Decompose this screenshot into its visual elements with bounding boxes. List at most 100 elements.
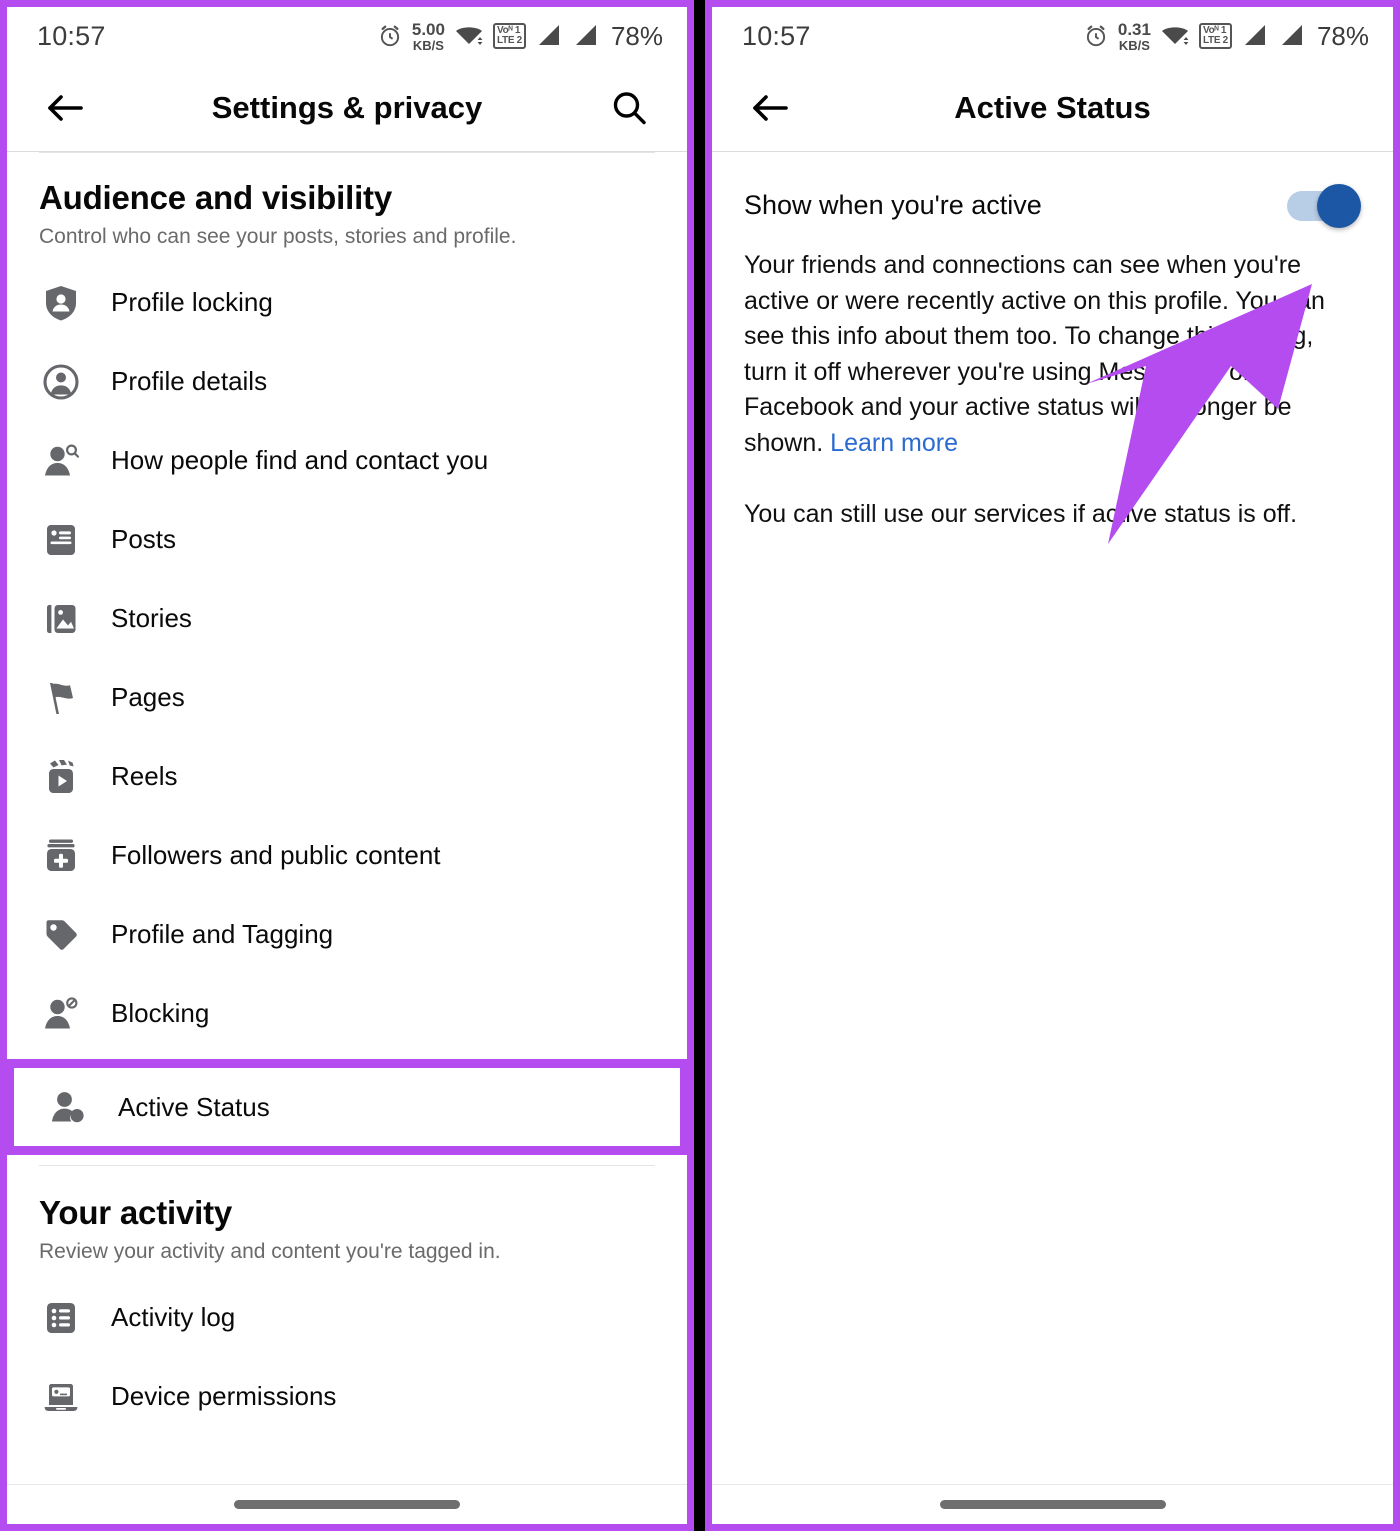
menu-item-label: Blocking [111, 998, 210, 1028]
show-when-active-row[interactable]: Show when you're active [712, 152, 1393, 228]
menu-item-label: Activity log [111, 1302, 236, 1332]
battery-percent: 78% [1316, 20, 1369, 51]
menu-item-label: Profile and Tagging [111, 919, 334, 949]
status-time: 10:57 [37, 20, 106, 51]
menu-item-profile-details[interactable]: Profile details [7, 342, 687, 421]
app-bar: Settings & privacy [7, 65, 687, 151]
signal-bars-sim2-icon [1278, 23, 1306, 49]
active-status-content: Show when you're active Your friends and… [712, 152, 1393, 1484]
screenshot-stage: 10:57 5.00 KB/S Voᴺ 1 LTE 2 78% Settings… [0, 0, 1400, 1531]
network-lte-icon: Voᴺ 1 LTE 2 [1198, 23, 1232, 49]
gesture-nav-bar[interactable] [712, 1484, 1393, 1524]
gesture-nav-bar[interactable] [7, 1484, 687, 1524]
menu-item-label: Profile details [111, 366, 268, 396]
network-line-2: LTE 2 [1202, 35, 1228, 46]
menu-item-label: Followers and public content [111, 840, 441, 870]
right-phone-panel: 10:57 0.31 KB/S Voᴺ 1 LTE 2 78% Active S… [705, 0, 1400, 1531]
posts-card-icon [39, 518, 83, 562]
status-time: 10:57 [742, 20, 811, 51]
status-icons: 5.00 KB/S Voᴺ 1 LTE 2 78% [377, 21, 663, 52]
section-subtitle: Control who can see your posts, stories … [39, 225, 517, 248]
left-phone-panel: 10:57 5.00 KB/S Voᴺ 1 LTE 2 78% Settings… [0, 0, 694, 1531]
show-when-active-label: Show when you're active [744, 189, 1042, 220]
audience-menu: Profile locking Profile details How peop… [7, 249, 687, 1053]
section-title: Audience and visibility [39, 179, 392, 216]
menu-item-pages[interactable]: Pages [7, 658, 687, 737]
settings-list: Audience and visibility Control who can … [7, 153, 687, 1484]
status-bar: 10:57 5.00 KB/S Voᴺ 1 LTE 2 78% [7, 7, 687, 65]
active-status-highlight: Active Status [7, 1059, 687, 1155]
data-rate-value: 0.31 [1117, 19, 1151, 39]
section-subtitle: Review your activity and content you're … [39, 1240, 501, 1263]
back-arrow-icon[interactable] [742, 80, 798, 136]
settings-privacy-screen: 10:57 5.00 KB/S Voᴺ 1 LTE 2 78% Settings… [7, 7, 687, 1524]
battery-percent: 78% [610, 20, 663, 51]
network-line-2: LTE 2 [496, 35, 522, 46]
description-text: Your friends and connections can see whe… [744, 251, 1325, 457]
person-active-icon [46, 1085, 90, 1129]
alarm-clock-icon [377, 23, 403, 49]
menu-item-blocking[interactable]: Blocking [7, 974, 687, 1053]
menu-item-label: Active Status [118, 1091, 270, 1122]
menu-item-label: Device permissions [111, 1381, 337, 1411]
stories-photo-icon [39, 597, 83, 641]
wifi-icon [1160, 23, 1190, 49]
list-log-icon [39, 1296, 83, 1340]
data-rate-indicator: 5.00 KB/S [412, 21, 445, 52]
active-status-screen: 10:57 0.31 KB/S Voᴺ 1 LTE 2 78% Active S… [712, 7, 1393, 1524]
data-rate-value: 5.00 [411, 19, 445, 39]
active-status-description: Your friends and connections can see whe… [712, 222, 1393, 533]
menu-item-activity-log[interactable]: Activity log [7, 1278, 687, 1357]
menu-item-label: Stories [111, 603, 192, 633]
gesture-handle[interactable] [939, 1500, 1166, 1509]
shield-person-icon [39, 281, 83, 325]
menu-item-active-status[interactable]: Active Status [14, 1068, 680, 1146]
data-rate-unit: KB/S [1118, 37, 1150, 53]
menu-item-stories[interactable]: Stories [7, 579, 687, 658]
person-block-icon [39, 992, 83, 1036]
network-lte-icon: Voᴺ 1 LTE 2 [492, 23, 526, 49]
person-search-icon [39, 439, 83, 483]
search-icon[interactable] [601, 80, 657, 136]
menu-item-label: How people find and contact you [111, 445, 489, 475]
signal-bars-sim1-icon [535, 23, 563, 49]
signal-bars-sim1-icon [1241, 23, 1269, 49]
menu-item-label: Posts [111, 524, 177, 554]
flag-icon [39, 676, 83, 720]
data-rate-unit: KB/S [412, 37, 444, 53]
page-title: Settings & privacy [211, 90, 483, 125]
menu-item-label: Pages [111, 682, 185, 712]
description-paragraph-2: You can still use our services if active… [744, 500, 1298, 528]
reels-play-icon [39, 755, 83, 799]
person-circle-icon [39, 360, 83, 404]
section-header-audience: Audience and visibility Control who can … [7, 153, 687, 249]
learn-more-link[interactable]: Learn more [830, 429, 958, 457]
menu-item-posts[interactable]: Posts [7, 500, 687, 579]
menu-item-profile-locking[interactable]: Profile locking [7, 263, 687, 342]
menu-item-label: Reels [111, 761, 178, 791]
section-header-your-activity: Your activity Review your activity and c… [7, 1166, 687, 1264]
data-rate-indicator: 0.31 KB/S [1118, 21, 1151, 52]
status-bar: 10:57 0.31 KB/S Voᴺ 1 LTE 2 78% [712, 7, 1393, 65]
menu-item-reels[interactable]: Reels [7, 737, 687, 816]
menu-item-label: Profile locking [111, 287, 273, 317]
signal-bars-sim2-icon [572, 23, 600, 49]
back-arrow-icon[interactable] [37, 80, 93, 136]
show-when-active-toggle[interactable] [1287, 184, 1361, 228]
toggle-knob [1317, 184, 1361, 228]
tag-icon [39, 913, 83, 957]
description-paragraph-1: Your friends and connections can see whe… [744, 248, 1361, 461]
app-bar: Active Status [712, 65, 1393, 151]
menu-item-how-people-find-you[interactable]: How people find and contact you [7, 421, 687, 500]
alarm-clock-icon [1083, 23, 1109, 49]
menu-item-followers-public-content[interactable]: Followers and public content [7, 816, 687, 895]
followers-plus-icon [39, 834, 83, 878]
section-title: Your activity [39, 1194, 233, 1231]
laptop-icon [39, 1375, 83, 1419]
gesture-handle[interactable] [234, 1500, 460, 1509]
your-activity-menu: Activity log Device permissions [7, 1264, 687, 1436]
wifi-icon [454, 23, 484, 49]
menu-item-profile-and-tagging[interactable]: Profile and Tagging [7, 895, 687, 974]
menu-item-device-permissions[interactable]: Device permissions [7, 1357, 687, 1436]
page-title: Active Status [954, 90, 1151, 125]
